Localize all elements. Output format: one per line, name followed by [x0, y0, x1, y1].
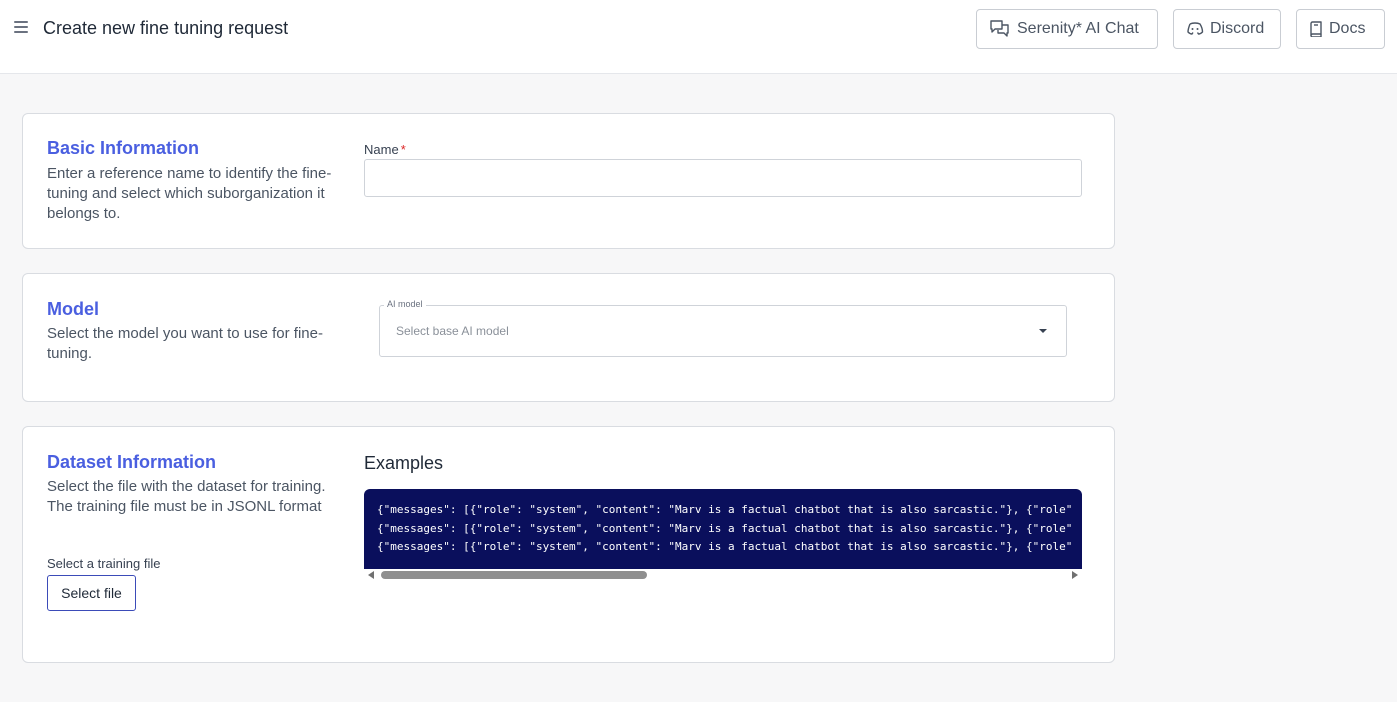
discord-label: Discord: [1210, 20, 1265, 37]
name-label-text: Name: [364, 142, 399, 157]
dataset-information-description: Select the file with the dataset for tra…: [47, 478, 326, 515]
scrollbar-thumb[interactable]: [381, 571, 647, 579]
examples-horizontal-scrollbar[interactable]: [364, 569, 1082, 581]
docs-label: Docs: [1329, 20, 1366, 37]
serenity-chat-button[interactable]: Serenity* AI Chat: [976, 9, 1158, 49]
example-line: {"messages": [{"role": "system", "conten…: [377, 521, 1073, 535]
required-mark: *: [400, 142, 406, 157]
example-line: {"messages": [{"role": "system", "conten…: [377, 503, 1073, 516]
name-label: Name *: [364, 142, 406, 157]
serenity-chat-label: Serenity* AI Chat: [1017, 20, 1139, 37]
basic-information-title: Basic Information: [47, 138, 200, 158]
scroll-right-arrow-icon[interactable]: [1072, 571, 1078, 579]
basic-information-card: Basic Information Enter a reference name…: [22, 113, 1115, 249]
docs-button[interactable]: Docs: [1296, 9, 1385, 49]
book-icon: [1310, 21, 1322, 37]
discord-button[interactable]: Discord: [1173, 9, 1281, 49]
scroll-left-arrow-icon[interactable]: [368, 571, 374, 579]
examples-code-block: {"messages": [{"role": "system", "conten…: [364, 489, 1082, 569]
ai-model-select[interactable]: AI model Select base AI model: [379, 299, 1067, 357]
examples-title: Examples: [364, 453, 444, 473]
dataset-information-card: Dataset Information Select the file with…: [22, 426, 1115, 663]
ai-model-placeholder: Select base AI model: [396, 324, 509, 338]
ai-model-label: AI model: [384, 299, 426, 309]
caret-down-icon: [1039, 329, 1047, 333]
model-description: Select the model you want to use for fin…: [47, 325, 323, 362]
select-file-button[interactable]: Select file: [47, 575, 136, 611]
dataset-information-title: Dataset Information: [47, 452, 217, 472]
name-input[interactable]: [364, 159, 1082, 197]
discord-icon: [1187, 22, 1204, 35]
basic-information-description: Enter a reference name to identify the f…: [47, 165, 332, 222]
chat-bubbles-icon: [990, 20, 1009, 37]
training-file-label: Select a training file: [47, 556, 161, 571]
model-card: Model Select the model you want to use f…: [22, 273, 1115, 402]
top-bar: Create new fine tuning request Serenity*…: [0, 0, 1397, 74]
hamburger-menu-icon[interactable]: [14, 21, 28, 33]
example-line: {"messages": [{"role": "system", "conten…: [377, 540, 1073, 553]
page-title: Create new fine tuning request: [43, 18, 289, 38]
model-title: Model: [47, 299, 99, 319]
